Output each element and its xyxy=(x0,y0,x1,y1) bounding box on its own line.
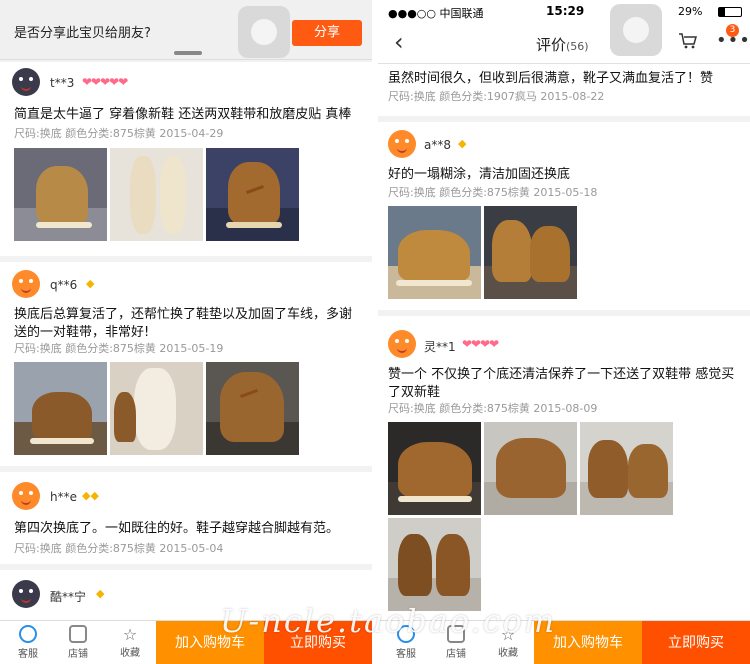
favorite-button[interactable]: ☆ 收藏 xyxy=(110,625,150,659)
review-photo[interactable] xyxy=(110,148,203,241)
review-card: a**8 ◆ 好的一塌糊涂，清洁加固还换底 尺码:换底 颜色分类:875棕黄 2… xyxy=(378,122,750,310)
left-screenshot: 是否分享此宝贝给朋友? 分享 t**3 ❤❤❤❤❤ 简直是太牛逼了 穿着像新鞋 … xyxy=(0,0,372,664)
review-photo[interactable] xyxy=(110,362,203,455)
carrier-label: ●●●○○ 中国联通 xyxy=(388,7,484,20)
review-username: h**e xyxy=(50,490,77,504)
battery-icon xyxy=(718,7,742,17)
review-text: 换底后总算复活了，还帮忙换了鞋垫以及加固了车线，多谢送的一对鞋带，非常好! xyxy=(14,307,353,340)
review-meta: 尺码:换底 颜色分类:875棕黄 2015-05-19 xyxy=(14,342,224,355)
review-photo[interactable] xyxy=(206,362,299,455)
battery-label: 29% xyxy=(678,5,703,18)
review-photo[interactable] xyxy=(14,148,107,241)
review-username: 酷**宁 xyxy=(50,590,87,604)
share-button[interactable]: 分享 xyxy=(292,20,362,46)
star-icon: ☆ xyxy=(122,625,138,644)
review-username: 灵**1 xyxy=(424,340,456,354)
share-question: 是否分享此宝贝给朋友? xyxy=(14,26,151,41)
app-icon xyxy=(238,6,290,58)
crown-level-icons: ◆◆ xyxy=(82,489,99,502)
review-card: 灵**1 ❤❤❤❤ 赞一个 不仅换了个底还清洁保养了一下还送了双鞋带 感觉买了双… xyxy=(378,316,750,620)
review-text: 简直是太牛逼了 穿着像新鞋 还送两双鞋带和放磨皮贴 真棒 xyxy=(14,107,352,122)
review-photo[interactable] xyxy=(14,362,107,455)
review-username: t**3 xyxy=(50,76,75,90)
avatar xyxy=(388,330,416,358)
review-card: 虽然时间很久，但收到后很满意，靴子又满血复活了！赞 尺码:换底 颜色分类:190… xyxy=(378,64,750,116)
crown-level-icons: ◆ xyxy=(86,277,95,290)
avatar xyxy=(12,68,40,96)
review-text: 好的一塌糊涂，清洁加固还换底 xyxy=(388,167,571,182)
review-card: q**6 ◆ 换底后总算复活了，还帮忙换了鞋垫以及加固了车线，多谢送的一对鞋带，… xyxy=(0,262,372,466)
review-meta: 尺码:换底 颜色分类:875棕黄 2015-05-04 xyxy=(14,542,224,555)
avatar xyxy=(12,482,40,510)
review-card: t**3 ❤❤❤❤❤ 简直是太牛逼了 穿着像新鞋 还送两双鞋带和放磨皮贴 真棒 … xyxy=(0,62,372,256)
clock: 15:29 xyxy=(546,4,585,18)
share-prompt-bar: 是否分享此宝贝给朋友? 分享 xyxy=(0,0,372,60)
buy-now-button[interactable]: 立即购买 xyxy=(642,621,750,664)
review-count: (56) xyxy=(566,40,589,53)
shop-icon xyxy=(69,625,87,643)
review-photo[interactable] xyxy=(388,206,481,299)
heart-medal-icons: ❤❤❤❤ xyxy=(462,337,499,351)
back-icon[interactable]: ‹ xyxy=(394,28,404,56)
review-meta: 尺码:换底 颜色分类:875棕黄 2015-08-09 xyxy=(388,402,598,415)
crown-level-icons: ◆ xyxy=(96,587,105,600)
shop-button[interactable]: 店铺 xyxy=(58,625,98,660)
nav-bar: ‹ 评价(56) ••• 3 xyxy=(378,4,750,64)
review-card: h**e ◆◆ 第四次换底了。一如既往的好。鞋子越穿越合脚越有范。 尺码:换底 … xyxy=(0,472,372,564)
review-username: a**8 xyxy=(424,138,451,152)
app-icon xyxy=(610,4,662,56)
review-photo[interactable] xyxy=(484,422,577,515)
heart-medal-icons: ❤❤❤❤❤ xyxy=(82,75,128,89)
crown-level-icons: ◆ xyxy=(458,137,467,150)
review-text: 赞一个 不仅换了个底还清洁保养了一下还送了双鞋带 感觉买了双新鞋 xyxy=(388,367,735,400)
review-photo[interactable] xyxy=(580,422,673,515)
review-meta: 尺码:换底 颜色分类:875棕黄 2015-04-29 xyxy=(14,127,224,140)
review-username: q**6 xyxy=(50,278,78,292)
avatar xyxy=(12,270,40,298)
review-meta: 尺码:换底 颜色分类:1907疯马 2015-08-22 xyxy=(388,90,605,103)
cart-icon[interactable] xyxy=(678,32,698,50)
review-photo[interactable] xyxy=(206,148,299,241)
customer-service-button[interactable]: 客服 xyxy=(8,625,48,660)
notification-badge: 3 xyxy=(726,24,739,37)
avatar xyxy=(388,130,416,158)
page-title: 评价(56) xyxy=(536,36,589,54)
right-screenshot: ●●●○○ 中国联通 15:29 29% ‹ 评价(56) ••• 3 虽然时间… xyxy=(378,0,750,664)
service-icon xyxy=(19,625,37,643)
review-photo[interactable] xyxy=(388,518,481,611)
status-bar: ●●●○○ 中国联通 15:29 29% xyxy=(378,0,750,22)
review-text: 虽然时间很久，但收到后很满意，靴子又满血复活了！赞 xyxy=(388,71,714,86)
review-meta: 尺码:换底 颜色分类:875棕黄 2015-05-18 xyxy=(388,186,598,199)
watermark: U-ncle.taobao.com xyxy=(220,602,557,640)
avatar xyxy=(12,580,40,608)
review-text: 第四次换底了。一如既往的好。鞋子越穿越合脚越有范。 xyxy=(14,521,340,536)
drag-handle[interactable] xyxy=(174,51,202,55)
review-photo[interactable] xyxy=(388,422,481,515)
review-photo[interactable] xyxy=(484,206,577,299)
